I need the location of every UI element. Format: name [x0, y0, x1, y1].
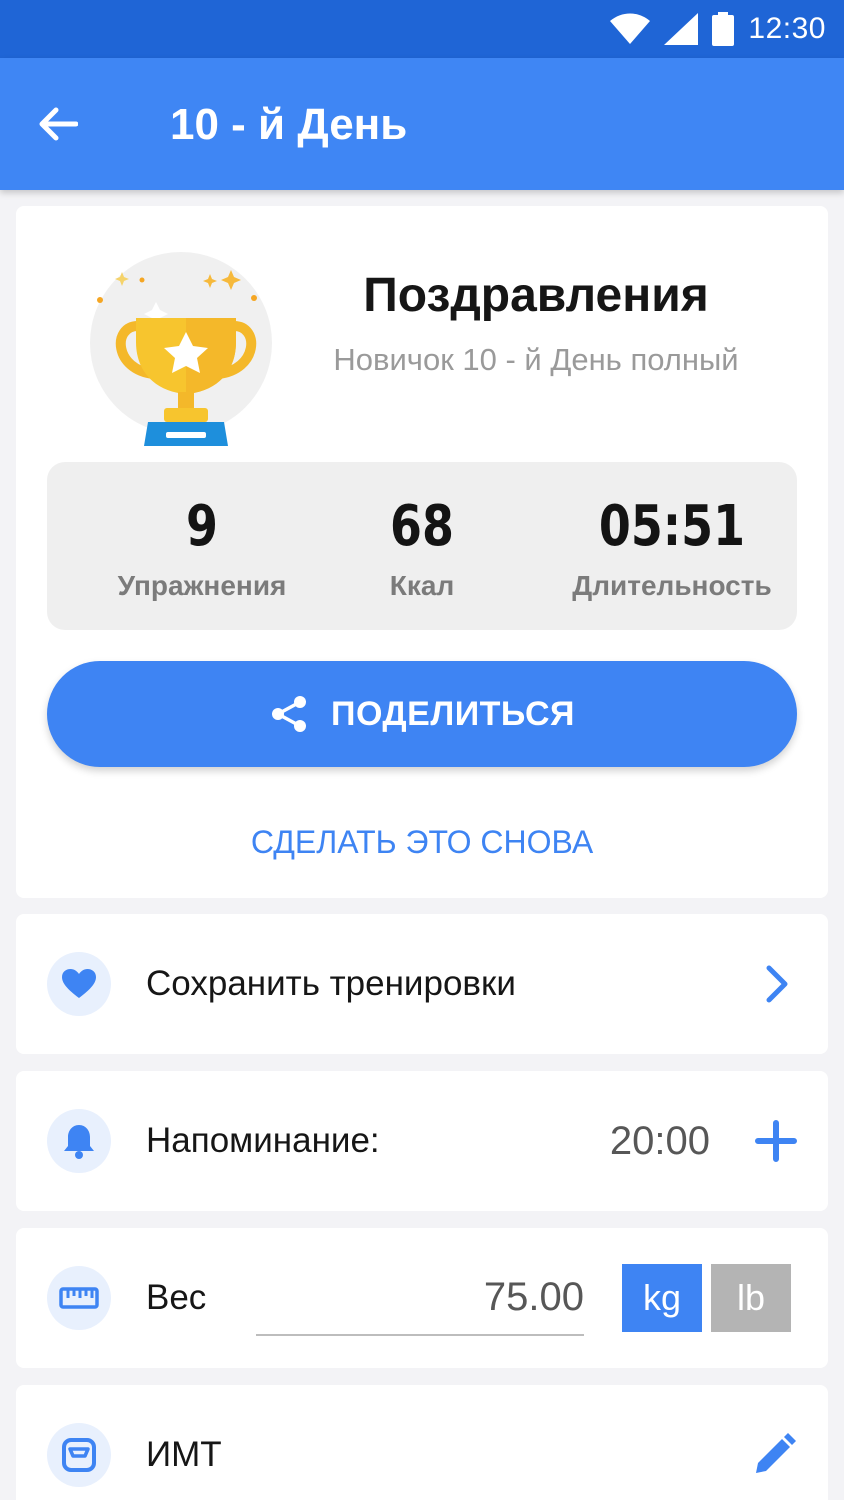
stat-calories: 68 Ккал: [297, 496, 547, 602]
unit-lb-button[interactable]: lb: [711, 1264, 791, 1332]
share-button[interactable]: ПОДЕЛИТЬСЯ: [47, 661, 797, 767]
save-workouts-row[interactable]: Сохранить тренировки: [16, 914, 828, 1054]
stat-label: Ккал: [389, 570, 455, 601]
share-icon: [272, 696, 306, 732]
congrats-subtitle: Новичок 10 - й День полный: [333, 342, 739, 377]
battery-icon: [712, 12, 735, 46]
unit-kg-button[interactable]: kg: [622, 1264, 702, 1332]
stat-value: 05:51: [598, 494, 746, 559]
do-again-button[interactable]: СДЕЛАТЬ ЭТО СНОВА: [16, 824, 828, 861]
wifi-icon: [610, 13, 651, 44]
ruler-icon: [59, 1287, 99, 1309]
app-bar: 10 - й День: [0, 58, 844, 190]
plus-icon: [755, 1120, 797, 1162]
stat-label: Упражнения: [117, 570, 287, 601]
add-reminder-button[interactable]: [752, 1117, 800, 1165]
stats-panel: 9 Упражнения 68 Ккал 05:51 Длительность: [47, 462, 797, 630]
chevron-right-icon: [758, 960, 798, 1008]
stat-value: 9: [186, 494, 218, 559]
arrow-back-icon: [39, 107, 78, 141]
bmi-row: ИМТ: [16, 1385, 828, 1500]
trophy-icon: [97, 270, 257, 446]
weight-row: Вес kg lb: [16, 1228, 828, 1368]
share-button-label: ПОДЕЛИТЬСЯ: [331, 694, 575, 733]
stat-exercises: 9 Упражнения: [77, 496, 327, 602]
result-card: Поздравления Новичок 10 - й День полный …: [16, 206, 828, 898]
cell-signal-icon: [664, 13, 699, 45]
heart-icon: [62, 969, 96, 998]
status-time: 12:30: [748, 12, 826, 45]
bell-icon: [64, 1125, 94, 1159]
status-bar: 12:30: [0, 0, 844, 58]
scale-icon: [62, 1438, 96, 1472]
save-workouts-label: Сохранить тренировки: [146, 964, 516, 1003]
heart-icon-badge: [47, 952, 111, 1016]
pencil-icon: [756, 1433, 796, 1473]
reminder-time[interactable]: 20:00: [610, 1119, 710, 1164]
weight-label: Вес: [146, 1278, 207, 1317]
stat-value: 68: [390, 494, 454, 559]
edit-bmi-button[interactable]: [750, 1431, 798, 1479]
page-title: 10 - й День: [170, 100, 408, 149]
reminder-label: Напоминание:: [146, 1121, 380, 1160]
congrats-title: Поздравления: [363, 269, 709, 322]
trophy-illustration: [86, 234, 286, 446]
stat-label: Длительность: [572, 570, 772, 601]
ruler-icon-badge: [47, 1266, 111, 1330]
status-icons: 12:30: [610, 0, 826, 58]
scale-icon-badge: [47, 1423, 111, 1487]
reminder-row: Напоминание: 20:00: [16, 1071, 828, 1211]
stat-duration: 05:51 Длительность: [547, 496, 797, 602]
bell-icon-badge: [47, 1109, 111, 1173]
bmi-label: ИМТ: [146, 1435, 222, 1474]
back-button[interactable]: [30, 96, 86, 152]
weight-input[interactable]: [256, 1260, 584, 1336]
